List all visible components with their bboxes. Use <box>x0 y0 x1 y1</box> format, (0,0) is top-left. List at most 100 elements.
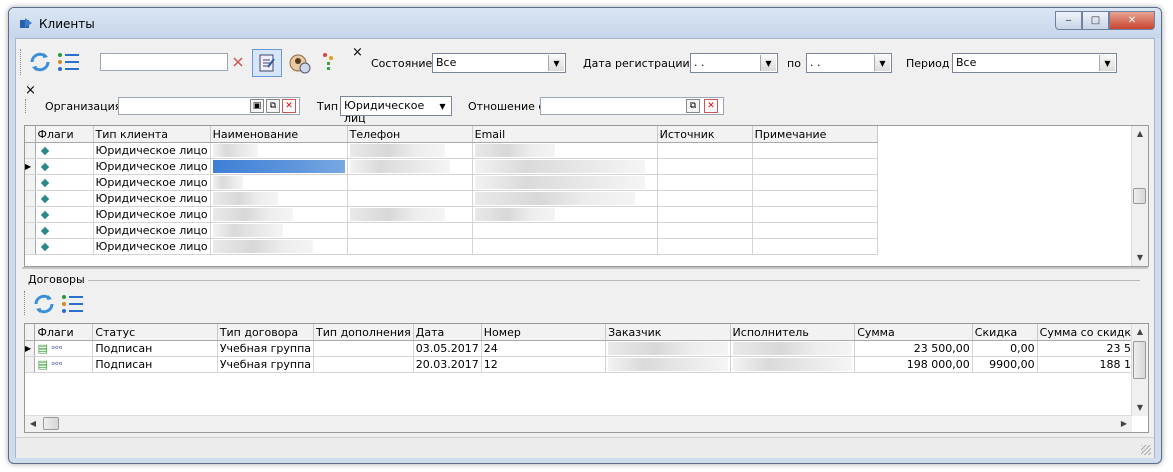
col-phone[interactable]: Телефон <box>347 126 473 143</box>
client-type-cell: Юридическое лицо <box>93 190 211 207</box>
note-cell <box>752 158 878 175</box>
clear-search-icon[interactable] <box>232 56 244 68</box>
phone-cell <box>347 206 473 223</box>
reg-date-to[interactable]: . . ▼ <box>806 53 892 73</box>
refresh-icon[interactable] <box>28 50 52 74</box>
flag-diamond-icon <box>40 226 49 236</box>
close-filter-1[interactable]: × <box>352 45 363 60</box>
table-row[interactable]: Юридическое лицо <box>25 238 878 255</box>
contracts-vscroll[interactable]: ▲ ▼ <box>1131 324 1148 416</box>
table-row[interactable]: ▤ ᵒᵒᵒ Подписан Учебная группа 20.03.2017… <box>25 356 1148 373</box>
scroll-up-icon[interactable]: ▲ <box>1132 324 1148 340</box>
minimize-button[interactable]: ‒ <box>1055 11 1082 30</box>
scroll-down-icon[interactable]: ▼ <box>1132 400 1148 416</box>
client-type-cell: Юридическое лицо <box>93 238 211 255</box>
chevron-down-icon: ▼ <box>1099 55 1115 71</box>
contacts-icon[interactable] <box>288 51 312 75</box>
redacted-block <box>474 208 555 221</box>
col-discount[interactable]: Скидка <box>972 324 1038 341</box>
col-status[interactable]: Статус <box>92 324 218 341</box>
col-flags[interactable]: Флаги <box>34 324 94 341</box>
redacted-block <box>608 358 728 371</box>
clients-grid[interactable]: Флаги Тип клиента Наименование Телефон E… <box>24 125 1149 267</box>
table-row[interactable]: Юридическое лицо <box>25 206 878 223</box>
col-client-type[interactable]: Тип клиента <box>93 126 211 143</box>
table-row[interactable]: Юридическое лицо <box>25 174 878 191</box>
hscroll-thumb[interactable] <box>43 417 59 430</box>
row-indicator <box>25 238 36 255</box>
flag-diamond-icon <box>40 146 49 156</box>
scroll-up-icon[interactable]: ▲ <box>1132 126 1148 142</box>
contracts-toolbar-grip[interactable] <box>24 291 28 315</box>
scroll-thumb[interactable] <box>1133 341 1146 379</box>
list-settings-icon[interactable] <box>56 51 80 73</box>
col-note[interactable]: Примечание <box>752 126 878 143</box>
row-indicator <box>25 174 36 191</box>
col-email[interactable]: Email <box>472 126 658 143</box>
refresh-icon[interactable] <box>32 292 56 316</box>
scroll-right-icon[interactable]: ▶ <box>1116 416 1132 432</box>
addendum-type-cell <box>313 340 414 357</box>
scroll-down-icon[interactable]: ▼ <box>1132 250 1148 266</box>
title-bar[interactable]: Клиенты ‒ □ ✕ <box>9 8 1161 38</box>
sort-icon[interactable] <box>321 52 335 74</box>
col-date[interactable]: Дата <box>413 324 482 341</box>
relation-clear-button[interactable]: ✕ <box>704 99 718 113</box>
col-flags[interactable]: Флаги <box>35 126 94 143</box>
col-number[interactable]: Номер <box>481 324 607 341</box>
close-button[interactable]: ✕ <box>1109 11 1155 30</box>
client-type-cell: Юридическое лицо <box>93 174 211 191</box>
name-cell <box>210 174 348 191</box>
email-cell <box>472 238 658 255</box>
state-select[interactable]: Все ▼ <box>432 53 566 73</box>
toolbar-grip[interactable] <box>20 49 24 75</box>
org-copy-button[interactable]: ⧉ <box>266 99 280 113</box>
col-addendum-type[interactable]: Тип дополнения <box>313 324 414 341</box>
number-cell: 24 <box>481 340 607 357</box>
period-label: Период <box>906 57 950 70</box>
table-row[interactable]: Юридическое лицо <box>25 190 878 207</box>
col-sum[interactable]: Сумма <box>854 324 973 341</box>
flag-cell <box>35 174 94 191</box>
source-cell <box>657 174 753 191</box>
email-cell <box>472 206 658 223</box>
contracts-hscroll[interactable]: ◀ ▶ <box>25 415 1132 432</box>
close-filter-2[interactable]: × <box>25 83 36 98</box>
scroll-left-icon[interactable]: ◀ <box>25 416 41 432</box>
clients-vscroll[interactable]: ▲ ▼ <box>1131 126 1148 266</box>
toolbar-grip-2[interactable] <box>25 99 29 113</box>
resize-grip-icon[interactable] <box>1141 445 1151 455</box>
contracts-grid[interactable]: Флаги Статус Тип договора Тип дополнения… <box>24 323 1149 433</box>
col-customer[interactable]: Заказчик <box>605 324 731 341</box>
discount-cell: 9900,00 <box>972 356 1038 373</box>
reg-date-from[interactable]: . . ▼ <box>690 53 778 73</box>
discount-cell: 0,00 <box>972 340 1038 357</box>
table-row[interactable]: ▶ Юридическое лицо <box>25 158 878 175</box>
card-view-button[interactable] <box>252 49 282 77</box>
col-contract-type[interactable]: Тип договора <box>217 324 315 341</box>
col-source[interactable]: Источник <box>657 126 753 143</box>
note-cell <box>752 206 878 223</box>
org-clear-button[interactable]: ✕ <box>282 99 296 113</box>
period-select[interactable]: Все ▼ <box>952 53 1117 73</box>
table-row[interactable]: Юридическое лицо <box>25 142 878 159</box>
relation-copy-button[interactable]: ⧉ <box>686 99 700 113</box>
source-cell <box>657 158 753 175</box>
col-executor[interactable]: Исполнитель <box>730 324 856 341</box>
maximize-button[interactable]: □ <box>1082 11 1109 30</box>
splitter[interactable] <box>22 267 1148 269</box>
contracts-table: Флаги Статус Тип договора Тип дополнения… <box>25 324 1148 373</box>
list-settings-icon[interactable] <box>60 293 84 315</box>
search-input[interactable] <box>100 53 228 71</box>
phone-cell <box>347 190 473 207</box>
flag-cell <box>35 222 94 239</box>
type-select[interactable]: Юридическое лиц ▼ <box>340 96 452 125</box>
org-lookup-button[interactable]: ▣ <box>250 99 264 113</box>
col-name[interactable]: Наименование <box>210 126 348 143</box>
redacted-block <box>212 192 278 205</box>
scroll-thumb[interactable] <box>1133 188 1146 204</box>
redacted-block <box>474 176 645 189</box>
email-cell <box>472 190 658 207</box>
table-row[interactable]: ▶ ▤ ᵒᵒᵒ Подписан Учебная группа 03.05.20… <box>25 340 1148 357</box>
table-row[interactable]: Юридическое лицо <box>25 222 878 239</box>
